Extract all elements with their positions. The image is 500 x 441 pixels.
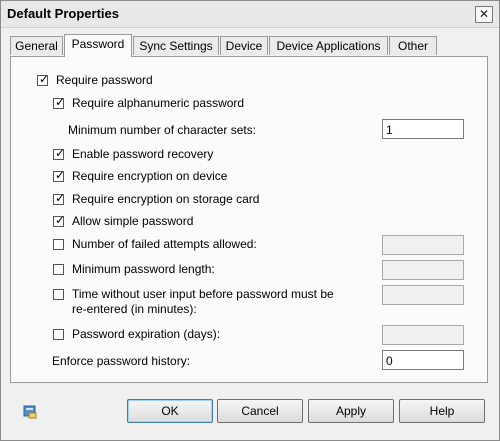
simple-password-checkbox[interactable]: ✓ (53, 213, 65, 227)
password-recovery-checkbox[interactable]: ✓ (53, 146, 65, 160)
encryption-device-checkbox[interactable]: ✓ (53, 168, 65, 182)
title-bar: Default Properties ✕ (1, 1, 499, 28)
failed-attempts-label: Number of failed attempts allowed: (72, 237, 257, 251)
tab-device-applications[interactable]: Device Applications (269, 36, 388, 55)
tab-password[interactable]: Password (64, 34, 132, 57)
expiration-label: Password expiration (days): (72, 327, 221, 341)
password-history-input[interactable]: 0 (382, 350, 464, 370)
password-tab-panel: ✓ Require password ✓ Require alphanumeri… (10, 56, 488, 383)
failed-attempts-checkbox[interactable] (53, 239, 64, 250)
min-length-checkbox[interactable] (53, 264, 64, 275)
failed-attempts-input[interactable] (382, 235, 464, 255)
ok-button[interactable]: OK (127, 399, 213, 423)
tab-other[interactable]: Other (389, 36, 437, 55)
encryption-card-label: Require encryption on storage card (72, 192, 260, 206)
tab-device[interactable]: Device (220, 36, 268, 55)
tab-sync-settings[interactable]: Sync Settings (133, 36, 219, 55)
simple-password-label: Allow simple password (72, 214, 194, 228)
inactivity-timeout-label-line1: Time without user input before password … (72, 287, 334, 301)
require-alphanumeric-label: Require alphanumeric password (72, 96, 245, 110)
encryption-card-checkbox[interactable]: ✓ (53, 191, 65, 205)
expiration-input[interactable] (382, 325, 464, 345)
require-alphanumeric-checkbox[interactable]: ✓ (53, 95, 65, 109)
inactivity-timeout-input[interactable] (382, 285, 464, 305)
min-length-input[interactable] (382, 260, 464, 280)
password-history-label: Enforce password history: (52, 354, 191, 368)
min-char-sets-label: Minimum number of character sets: (68, 123, 257, 137)
require-password-label: Require password (56, 73, 153, 87)
expiration-checkbox[interactable] (53, 329, 64, 340)
min-length-label: Minimum password length: (72, 262, 215, 276)
inactivity-timeout-label-line2: re-entered (in minutes): (72, 302, 197, 316)
apply-button[interactable]: Apply (308, 399, 394, 423)
require-password-checkbox[interactable]: ✓ (37, 72, 49, 86)
min-char-sets-input[interactable]: 1 (382, 119, 464, 139)
inactivity-timeout-checkbox[interactable] (53, 289, 64, 300)
cancel-button[interactable]: Cancel (217, 399, 303, 423)
help-icon[interactable] (23, 404, 39, 420)
help-button[interactable]: Help (399, 399, 485, 423)
password-recovery-label: Enable password recovery (72, 147, 214, 161)
encryption-device-label: Require encryption on device (72, 169, 228, 183)
tab-general[interactable]: General (10, 36, 63, 55)
window-title: Default Properties (7, 6, 119, 21)
close-icon[interactable]: ✕ (475, 6, 493, 23)
